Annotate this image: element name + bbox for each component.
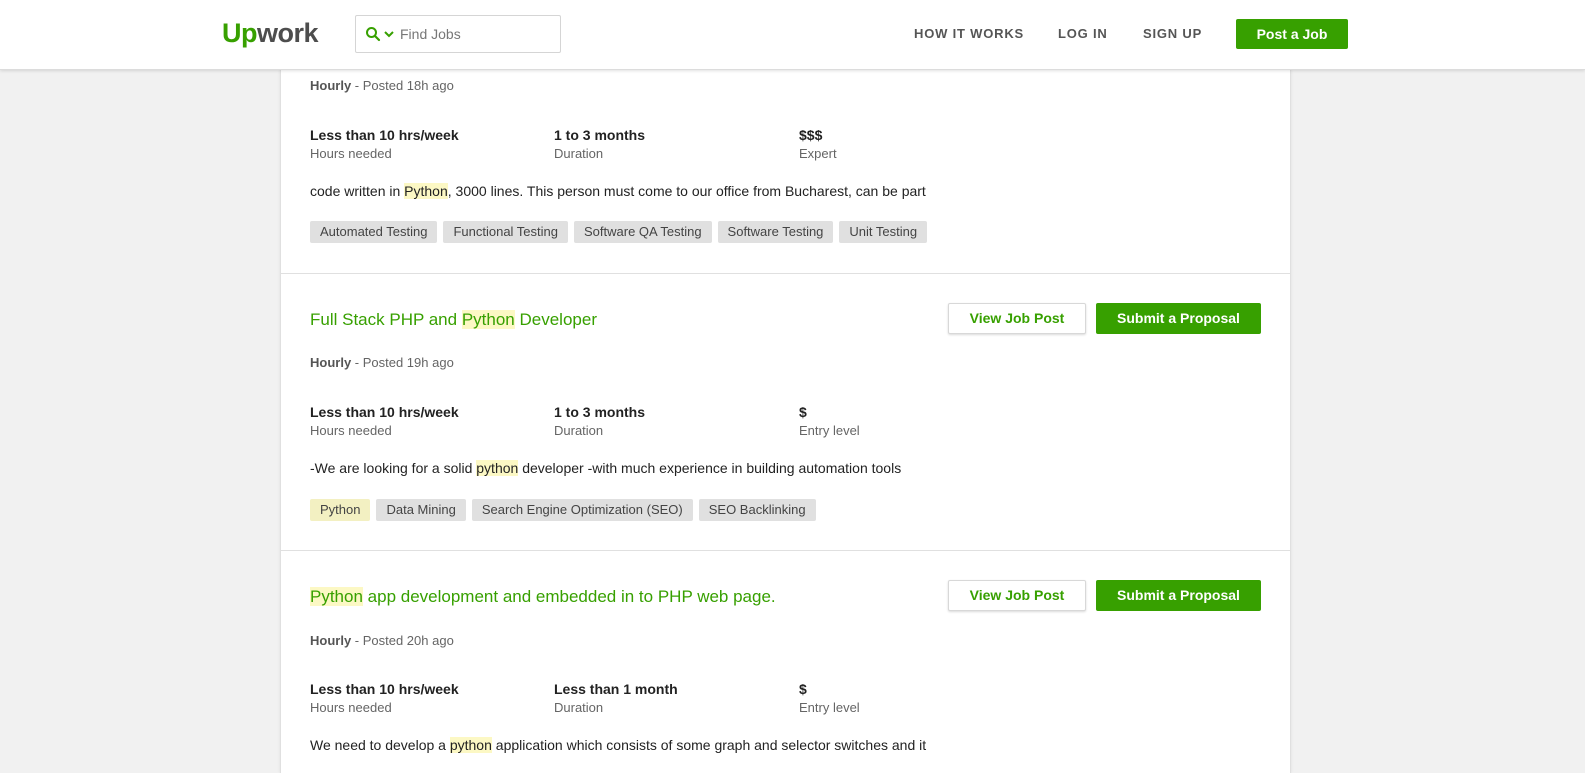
level-stat: $ Entry level <box>799 403 860 441</box>
submit-proposal-button[interactable]: Submit a Proposal <box>1096 580 1261 611</box>
hours-stat: Less than 10 hrs/week Hours needed <box>310 403 459 441</box>
hours-stat: Less than 10 hrs/week Hours needed <box>310 126 459 164</box>
duration-label: Duration <box>554 700 604 715</box>
job-meta: Hourly - Posted 19h ago <box>310 355 454 370</box>
job-title-link[interactable]: Python app development and embedded in t… <box>310 587 776 607</box>
level-value: $$$ <box>799 127 823 143</box>
job-card: Python app development and embedded in t… <box>281 551 1290 773</box>
job-posted: - Posted 18h ago <box>351 78 454 93</box>
skill-tag[interactable]: Software Testing <box>717 221 834 243</box>
duration-value: 1 to 3 months <box>554 127 646 143</box>
job-description: We need to develop a python application … <box>310 737 926 753</box>
logo-up: Up <box>222 18 258 48</box>
job-meta: Hourly - Posted 20h ago <box>310 633 454 648</box>
skill-tag[interactable]: Unit Testing <box>839 221 928 243</box>
skill-list: Automated Testing Functional Testing Softw… <box>310 221 933 243</box>
skill-tag[interactable]: SEO Backlinking <box>698 499 816 521</box>
job-posted: - Posted 20h ago <box>351 633 454 648</box>
skill-list: Python Data Mining Search Engine Optimizat… <box>310 499 822 521</box>
level-label: Expert <box>799 146 837 161</box>
job-type: Hourly <box>310 355 352 370</box>
title-text: app development and embedded in to PHP w… <box>362 587 776 606</box>
desc-text: -We are looking for a solid <box>310 460 477 476</box>
logo-work: work <box>257 18 319 48</box>
job-type: Hourly <box>310 633 352 648</box>
title-text: Full Stack PHP and <box>310 310 462 329</box>
view-job-post-button[interactable]: View Job Post <box>948 580 1086 611</box>
desc-text: We need to develop a <box>310 737 450 753</box>
view-job-post-button[interactable]: View Job Post <box>948 303 1086 334</box>
level-value: $ <box>799 681 807 697</box>
skill-tag[interactable]: Functional Testing <box>443 221 568 243</box>
duration-stat: Less than 1 month Duration <box>554 680 678 718</box>
search-icon[interactable] <box>365 26 381 42</box>
duration-value: Less than 1 month <box>554 681 678 697</box>
skill-tag[interactable]: Search Engine Optimization (SEO) <box>471 499 693 521</box>
level-label: Entry level <box>799 700 860 715</box>
nav-how-it-works[interactable]: HOW IT WORKS <box>914 26 1024 41</box>
post-a-job-button[interactable]: Post a Job <box>1236 19 1348 49</box>
skill-tag[interactable]: Software QA Testing <box>574 221 712 243</box>
title-highlight: Python <box>310 587 363 606</box>
desc-highlight: python <box>449 737 492 753</box>
skill-tag[interactable]: Data Mining <box>376 499 466 521</box>
job-title-link[interactable]: Full Stack PHP and Python Developer <box>310 310 597 330</box>
duration-value: 1 to 3 months <box>554 404 646 420</box>
duration-stat: 1 to 3 months Duration <box>554 126 645 164</box>
job-card: Full Stack PHP and Python Developer View… <box>281 274 1290 551</box>
level-value: $ <box>799 404 807 420</box>
duration-stat: 1 to 3 months Duration <box>554 403 645 441</box>
job-meta: Hourly - Posted 18h ago <box>310 78 454 93</box>
title-text: Developer <box>514 310 597 329</box>
top-nav-bar: Upwork HOW IT WORKS LOG IN SIGN UP Post … <box>0 0 1585 70</box>
job-type: Hourly <box>310 78 352 93</box>
job-description: -We are looking for a solid python devel… <box>310 460 901 476</box>
job-list: Hourly - Posted 18h ago Less than 10 hrs… <box>280 0 1291 773</box>
level-stat: $$$ Expert <box>799 126 837 164</box>
desc-highlight: python <box>476 460 519 476</box>
hours-value: Less than 10 hrs/week <box>310 681 459 697</box>
search-box[interactable] <box>355 15 561 53</box>
nav-sign-up[interactable]: SIGN UP <box>1143 26 1202 41</box>
skill-tag[interactable]: Automated Testing <box>310 221 438 243</box>
upwork-logo[interactable]: Upwork <box>222 16 319 50</box>
hours-label: Hours needed <box>310 146 392 161</box>
hours-label: Hours needed <box>310 423 392 438</box>
skill-tag[interactable]: Python <box>310 499 371 521</box>
title-highlight: Python <box>461 310 515 329</box>
hours-value: Less than 10 hrs/week <box>310 404 459 420</box>
level-label: Entry level <box>799 423 860 438</box>
desc-highlight: Python <box>404 183 448 199</box>
desc-text: , 3000 lines. This person must come to o… <box>447 183 926 199</box>
hours-label: Hours needed <box>310 700 392 715</box>
job-posted: - Posted 19h ago <box>351 355 454 370</box>
find-jobs-input[interactable] <box>400 22 550 46</box>
level-stat: $ Entry level <box>799 680 860 718</box>
job-description: code written in Python, 3000 lines. This… <box>310 183 926 199</box>
hours-value: Less than 10 hrs/week <box>310 127 459 143</box>
duration-label: Duration <box>554 423 604 438</box>
chevron-down-icon[interactable] <box>383 29 395 39</box>
desc-text: code written in <box>310 183 405 199</box>
submit-proposal-button[interactable]: Submit a Proposal <box>1096 303 1261 334</box>
desc-text: application which consists of some graph… <box>491 737 927 753</box>
duration-label: Duration <box>554 146 604 161</box>
nav-log-in[interactable]: LOG IN <box>1058 26 1108 41</box>
desc-text: developer -with much experience in build… <box>518 460 902 476</box>
hours-stat: Less than 10 hrs/week Hours needed <box>310 680 459 718</box>
